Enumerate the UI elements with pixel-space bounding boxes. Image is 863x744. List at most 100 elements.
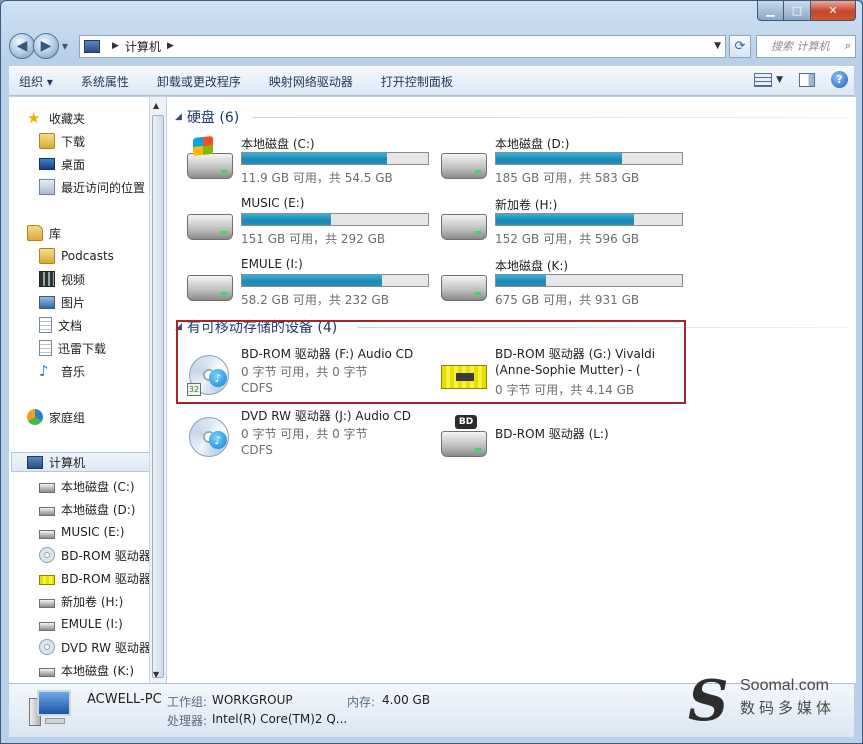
content-pane: ◢ 硬盘 (6) 本地磁盘 (C:) 11.9 GB 可用，共 54.5 GB … bbox=[167, 97, 856, 683]
sidebar-item-drive-j[interactable]: DVD RW 驱动器 bbox=[39, 637, 151, 657]
address-bar[interactable]: ▶ 计算机 ▶ ▼ bbox=[79, 34, 726, 58]
sidebar-item-computer[interactable]: 计算机 bbox=[11, 452, 151, 472]
collapse-triangle-icon[interactable]: ◢ bbox=[175, 322, 182, 332]
maximize-button[interactable]: □ bbox=[784, 1, 811, 21]
sidebar-item-pictures[interactable]: 图片 bbox=[39, 292, 85, 312]
drive-tile-f[interactable]: ♪ 32 BD-ROM 驱动器 (F:) Audio CD 0 字节 可用，共 0… bbox=[183, 345, 433, 403]
hard-drive-icon bbox=[187, 204, 233, 244]
windows-drive-icon bbox=[187, 135, 233, 183]
map-network-drive-button[interactable]: 映射网络驱动器 bbox=[269, 73, 353, 90]
document-icon bbox=[39, 340, 52, 356]
organize-button[interactable]: 组织 ▾ bbox=[19, 73, 53, 90]
forward-button[interactable]: ▶ bbox=[33, 33, 59, 59]
sidebar-item-downloads[interactable]: 下载 bbox=[39, 131, 85, 151]
homegroup-icon bbox=[27, 409, 43, 425]
sidebar-item-music[interactable]: ♪ 音乐 bbox=[39, 361, 85, 381]
sidebar-item-homegroup[interactable]: 家庭组 bbox=[27, 407, 85, 427]
memory-value: 4.00 GB bbox=[382, 693, 431, 707]
open-control-panel-button[interactable]: 打开控制面板 bbox=[381, 73, 453, 90]
view-dropdown-icon[interactable]: ▼ bbox=[776, 75, 783, 85]
scroll-down-icon[interactable]: ▼ bbox=[153, 670, 159, 679]
navigation-scrollbar[interactable]: ▲ ▼ bbox=[149, 97, 166, 683]
hard-drive-icon bbox=[39, 667, 55, 677]
hard-drive-icon bbox=[39, 598, 55, 608]
sidebar-item-drive-h[interactable]: 新加卷 (H:) bbox=[39, 591, 123, 611]
scroll-up-icon[interactable]: ▲ bbox=[153, 101, 159, 110]
sidebar-item-videos[interactable]: 视频 bbox=[39, 269, 85, 289]
recent-pages-dropdown[interactable]: ▼ bbox=[59, 42, 71, 51]
drive-tile-e[interactable]: MUSIC (E:) 151 GB 可用，共 292 GB bbox=[183, 196, 433, 254]
back-arrow-icon: ◀ bbox=[16, 38, 28, 54]
sidebar-item-favorites[interactable]: ★ 收藏夹 bbox=[27, 108, 85, 128]
cd-drive-icon: ♪ 32 bbox=[187, 353, 233, 396]
computer-icon bbox=[84, 39, 100, 53]
hard-disk-group-header[interactable]: ◢ 硬盘 (6) bbox=[175, 107, 239, 127]
breadcrumb-separator-icon[interactable]: ▶ bbox=[167, 41, 174, 51]
computer-name: ACWELL-PC bbox=[87, 692, 162, 707]
close-button[interactable]: ✕ bbox=[811, 1, 856, 21]
drive-tile-j[interactable]: ♪ DVD RW 驱动器 (J:) Audio CD 0 字节 可用，共 0 字… bbox=[183, 407, 433, 465]
removable-group-header[interactable]: ◢ 有可移动存储的设备 (4) bbox=[175, 317, 337, 337]
drive-tile-d[interactable]: 本地磁盘 (D:) 185 GB 可用，共 583 GB bbox=[437, 135, 687, 193]
music-note-icon: ♪ bbox=[39, 362, 49, 380]
sidebar-item-thunder-downloads[interactable]: 迅雷下载 bbox=[39, 338, 106, 358]
hard-drive-icon bbox=[441, 204, 487, 244]
watermark-site: Soomal.com bbox=[740, 677, 829, 694]
sidebar-item-drive-c[interactable]: 本地磁盘 (C:) bbox=[39, 476, 135, 496]
drive-tile-k[interactable]: 本地磁盘 (K:) 675 GB 可用，共 931 GB bbox=[437, 257, 687, 315]
sidebar-item-drive-k[interactable]: 本地磁盘 (K:) bbox=[39, 660, 134, 680]
sidebar-item-drive-e[interactable]: MUSIC (E:) bbox=[39, 522, 124, 542]
explorer-window: ▁ □ ✕ ◀ ▶ ▼ ▶ 计算机 ▶ ▼ ⟳ 搜索 计算机 ⌕ 组织 ▾ 系统… bbox=[0, 0, 863, 744]
navigation-pane: ★ 收藏夹 下载 桌面 最近访问的位置 库 Podcasts 视频 图片 文档 … bbox=[9, 97, 157, 683]
hard-drive-icon bbox=[39, 529, 55, 539]
dvd-drive-icon: ♪ bbox=[187, 415, 233, 457]
capacity-bar bbox=[241, 152, 429, 165]
sidebar-item-drive-f[interactable]: BD-ROM 驱动器 bbox=[39, 545, 151, 565]
sidebar-item-podcasts[interactable]: Podcasts bbox=[39, 246, 114, 266]
soomal-watermark: S Soomal.com 数码多媒体 bbox=[688, 671, 848, 737]
recent-places-icon bbox=[39, 179, 55, 195]
soomal-logo: S bbox=[688, 668, 729, 734]
processor-value: Intel(R) Core(TM)2 Q... bbox=[212, 712, 348, 726]
library-icon bbox=[27, 225, 43, 241]
download-folder-icon bbox=[39, 133, 55, 149]
search-placeholder: 搜索 计算机 bbox=[771, 40, 830, 53]
drive-tile-l[interactable]: BD BD-ROM 驱动器 (L:) bbox=[437, 407, 687, 465]
navigation-bar: ◀ ▶ ▼ ▶ 计算机 ▶ ▼ ⟳ 搜索 计算机 ⌕ bbox=[9, 32, 856, 60]
sidebar-item-desktop[interactable]: 桌面 bbox=[39, 154, 85, 174]
back-button[interactable]: ◀ bbox=[9, 33, 35, 59]
system-properties-button[interactable]: 系统属性 bbox=[81, 73, 129, 90]
refresh-icon: ⟳ bbox=[734, 38, 746, 54]
help-icon[interactable]: ? bbox=[831, 71, 848, 88]
preview-pane-icon[interactable] bbox=[799, 72, 815, 87]
sidebar-item-recent-places[interactable]: 最近访问的位置 bbox=[39, 177, 145, 197]
computer-icon bbox=[29, 690, 73, 728]
drive-tile-c[interactable]: 本地磁盘 (C:) 11.9 GB 可用，共 54.5 GB bbox=[183, 135, 433, 193]
uninstall-program-button[interactable]: 卸载或更改程序 bbox=[157, 73, 241, 90]
breadcrumb-separator-icon[interactable]: ▶ bbox=[112, 41, 119, 51]
computer-icon bbox=[27, 455, 43, 469]
sidebar-item-drive-i[interactable]: EMULE (I:) bbox=[39, 614, 123, 634]
search-input[interactable]: 搜索 计算机 ⌕ bbox=[756, 34, 856, 58]
sidebar-item-libraries[interactable]: 库 bbox=[27, 223, 61, 243]
drive-tile-i[interactable]: EMULE (I:) 58.2 GB 可用，共 232 GB bbox=[183, 257, 433, 315]
minimize-button[interactable]: ▁ bbox=[757, 1, 784, 21]
change-view-icon[interactable] bbox=[754, 72, 773, 87]
address-dropdown-icon[interactable]: ▼ bbox=[714, 41, 721, 51]
command-bar: 组织 ▾ 系统属性 卸载或更改程序 映射网络驱动器 打开控制面板 ▼ ? bbox=[9, 66, 854, 96]
picture-icon bbox=[39, 295, 55, 309]
sidebar-item-drive-d[interactable]: 本地磁盘 (D:) bbox=[39, 499, 135, 519]
search-icon[interactable]: ⌕ bbox=[845, 39, 851, 53]
view-controls: ▼ ? bbox=[754, 71, 848, 88]
sidebar-item-documents[interactable]: 文档 bbox=[39, 315, 82, 335]
drive-tile-g[interactable]: BD-ROM 驱动器 (G:) Vivaldi (Anne-Sophie Mut… bbox=[437, 345, 697, 403]
drive-tile-h[interactable]: 新加卷 (H:) 152 GB 可用，共 596 GB bbox=[437, 196, 687, 254]
sidebar-item-drive-g[interactable]: BD-ROM 驱动器 bbox=[39, 568, 151, 588]
window-controls: ▁ □ ✕ bbox=[757, 1, 856, 21]
document-icon bbox=[39, 317, 52, 333]
workgroup-value: WORKGROUP bbox=[212, 693, 293, 707]
scrollbar-thumb[interactable] bbox=[152, 115, 164, 678]
refresh-button[interactable]: ⟳ bbox=[729, 34, 751, 58]
collapse-triangle-icon[interactable]: ◢ bbox=[175, 112, 182, 122]
breadcrumb-computer[interactable]: 计算机 bbox=[125, 38, 161, 55]
